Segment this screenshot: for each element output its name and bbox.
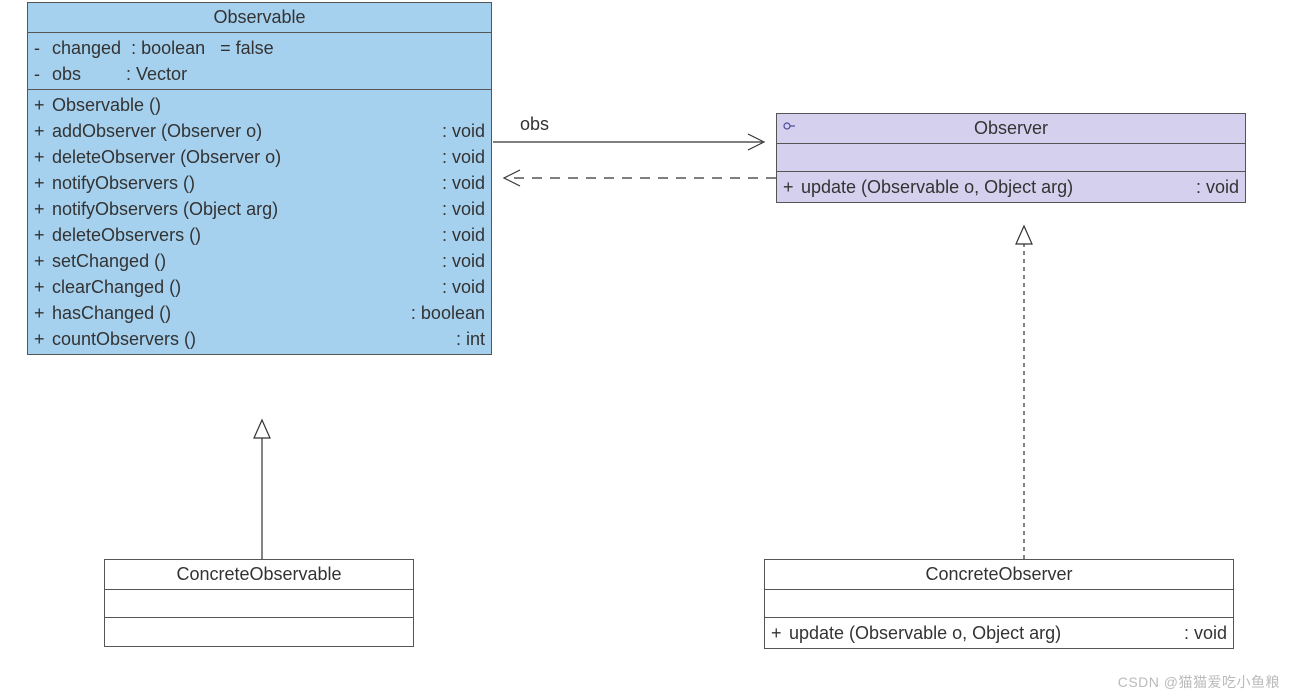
operations-compartment [105,618,413,646]
association-label-obs: obs [520,114,549,135]
attr-name: changed [52,35,131,61]
operation-row: +addObserver (Observer o) : void [34,118,485,144]
operation-row: +update (Observable o, Object arg) : voi… [783,174,1239,200]
operation-row: +clearChanged () : void [34,274,485,300]
attributes-compartment [765,590,1233,618]
uml-class-concrete-observable: ConcreteObservable [104,559,414,647]
attribute-row: - obs : Vector [34,61,485,87]
generalization-concreteobservable-to-observable [254,420,270,559]
visibility: - [34,61,52,87]
class-title: ConcreteObserver [765,560,1233,590]
attr-type: : boolean = false [131,35,274,61]
uml-class-observer: Observer +update (Observable o, Object a… [776,113,1246,203]
operation-row: +countObservers () : int [34,326,485,352]
attributes-compartment [777,144,1245,172]
operation-row: +setChanged () : void [34,248,485,274]
uml-class-observable: Observable - changed : boolean = false -… [27,2,492,355]
operation-row: +deleteObservers () : void [34,222,485,248]
operation-row: +notifyObservers () : void [34,170,485,196]
class-title: Observable [28,3,491,33]
operation-row: +notifyObservers (Object arg) : void [34,196,485,222]
operations-compartment: +update (Observable o, Object arg) : voi… [777,172,1245,202]
visibility: - [34,35,52,61]
operation-row: +update (Observable o, Object arg) : voi… [771,620,1227,646]
class-title: Observer [777,114,1245,144]
uml-class-concrete-observer: ConcreteObserver +update (Observable o, … [764,559,1234,649]
operation-row: +deleteObserver (Observer o) : void [34,144,485,170]
attribute-row: - changed : boolean = false [34,35,485,61]
operations-compartment: +update (Observable o, Object arg) : voi… [765,618,1233,648]
operation-row: +Observable () [34,92,485,118]
operations-compartment: +Observable () +addObserver (Observer o)… [28,90,491,354]
class-title: ConcreteObservable [105,560,413,590]
attr-name: obs [52,61,126,87]
realization-concreteobserver-to-observer [1016,226,1032,559]
interface-lollipop-icon [783,120,795,132]
dependency-observer-to-observable [504,170,776,186]
attr-type: : Vector [126,61,187,87]
watermark-text: CSDN @猫猫爱吃小鱼粮 [1118,672,1280,692]
association-observable-to-observer [493,134,764,150]
attributes-compartment [105,590,413,618]
attributes-compartment: - changed : boolean = false - obs : Vect… [28,33,491,90]
operation-row: +hasChanged () : boolean [34,300,485,326]
